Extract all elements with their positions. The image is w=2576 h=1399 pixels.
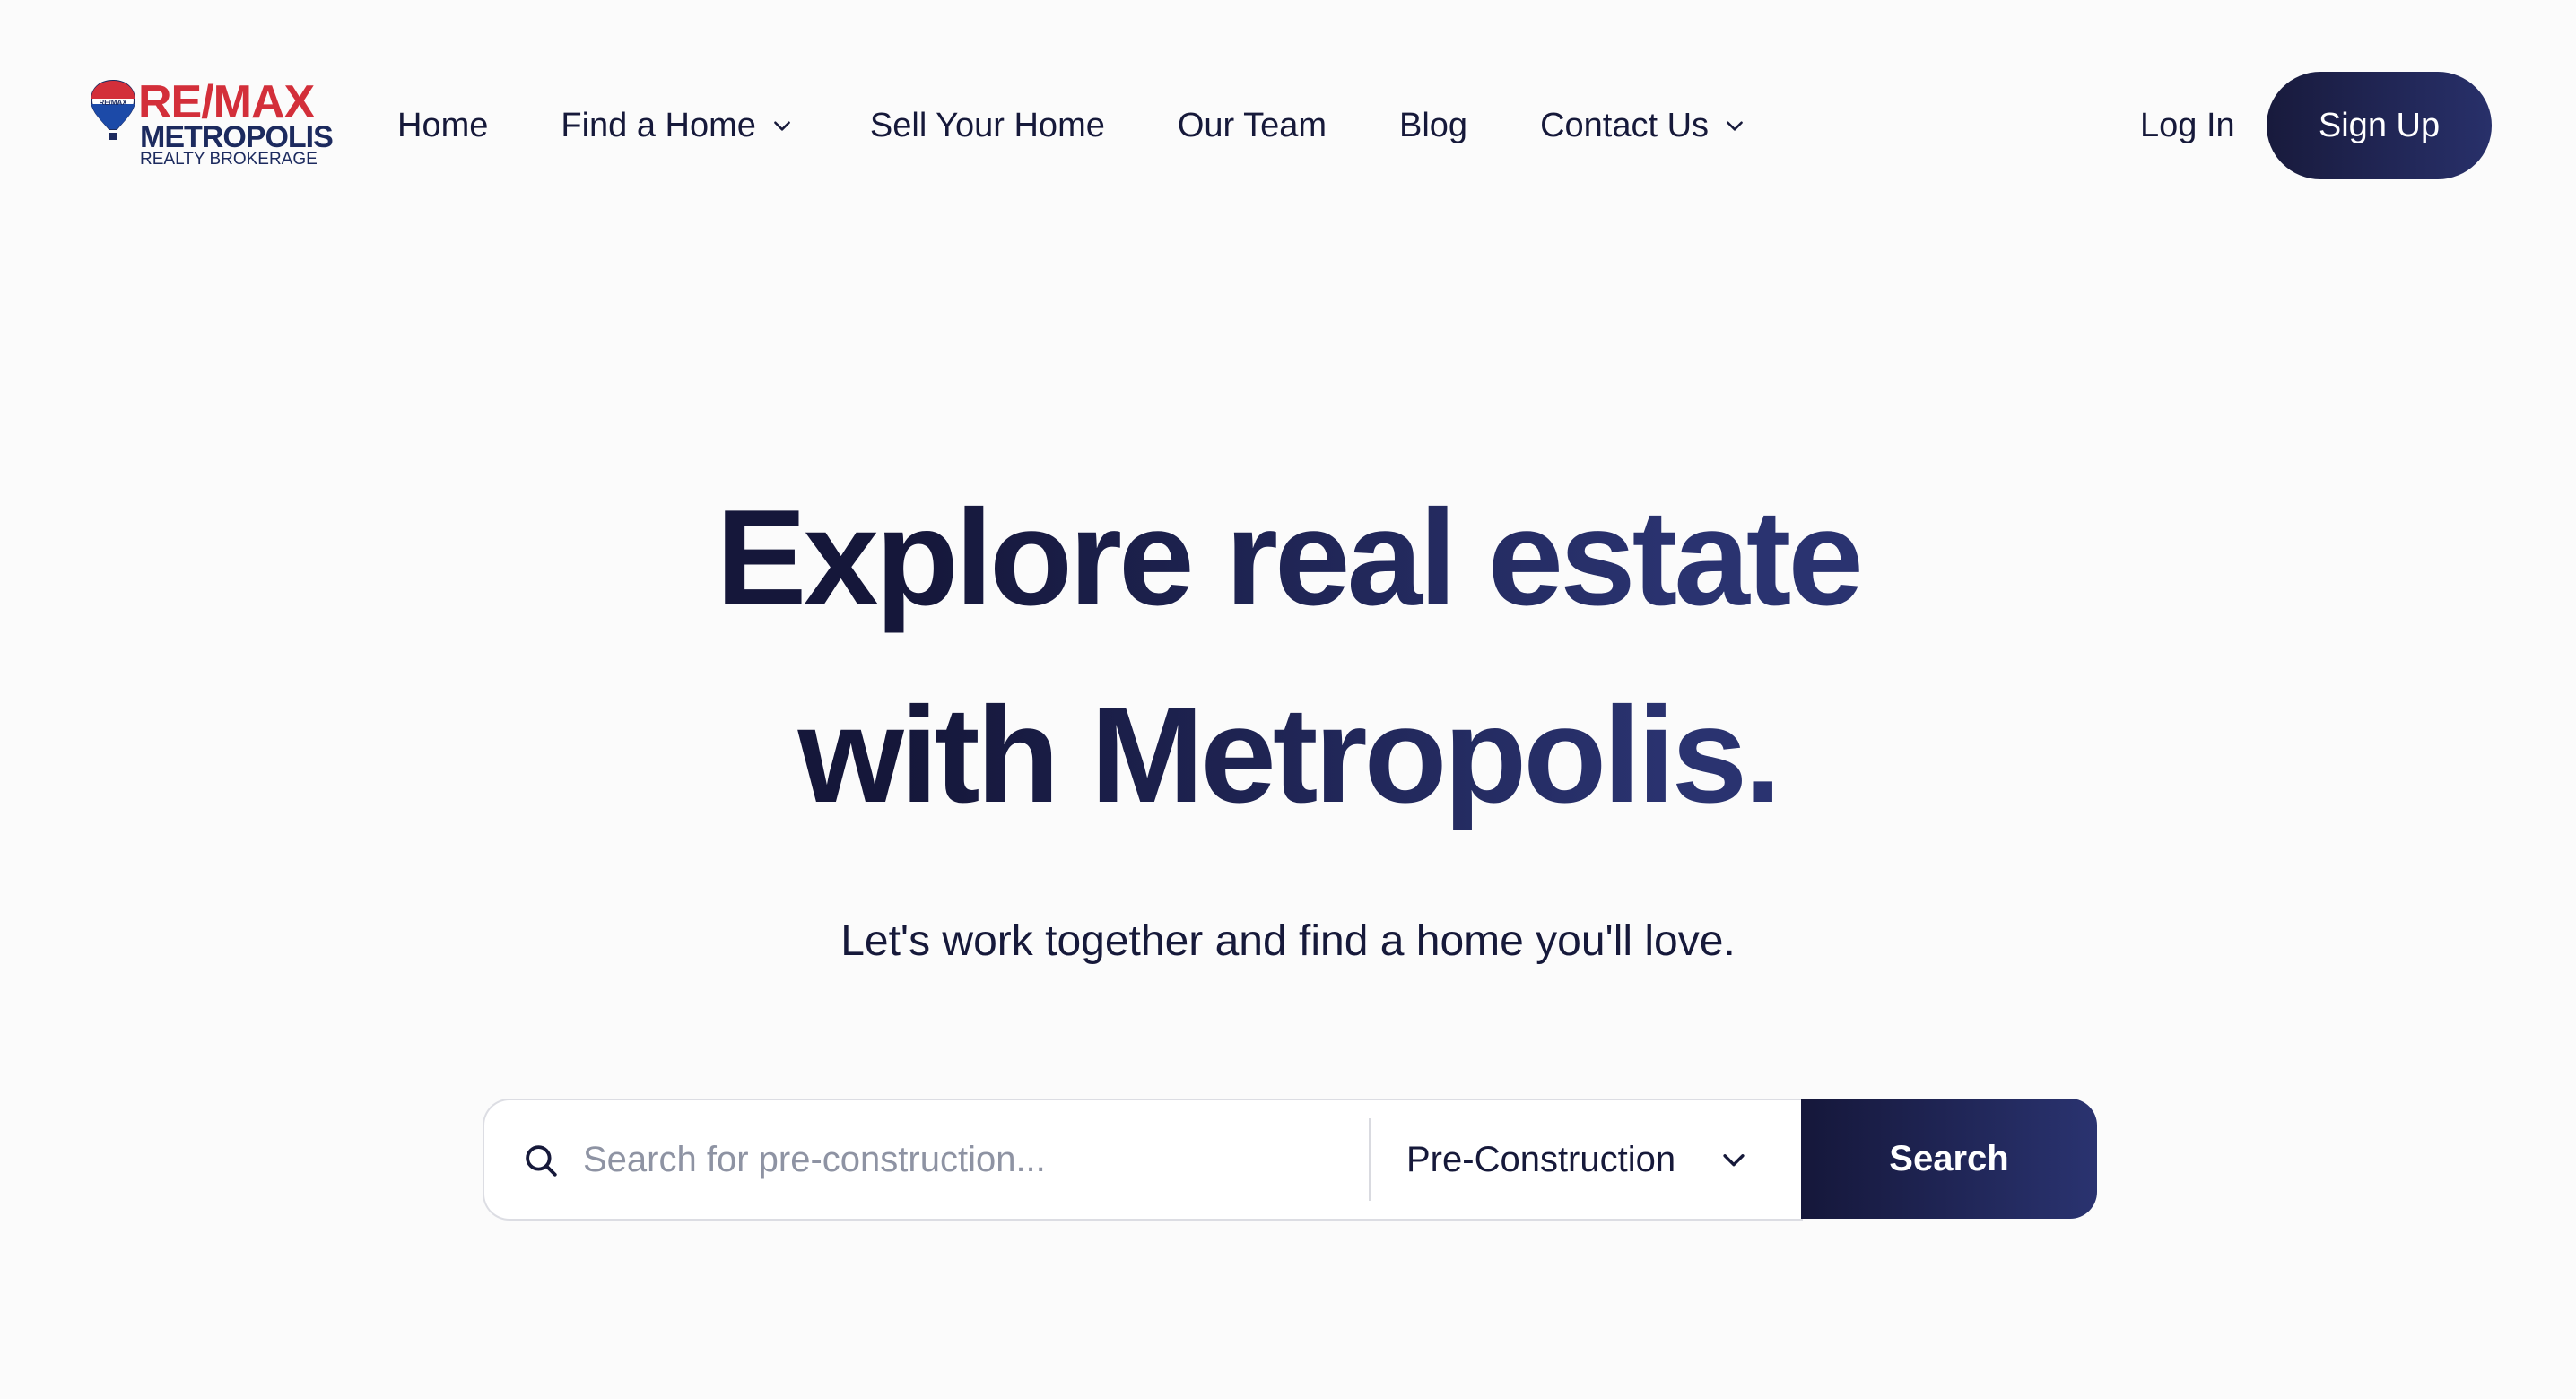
nav-item-contact-us[interactable]: Contact Us	[1540, 107, 1746, 145]
property-type-selected: Pre-Construction	[1406, 1140, 1676, 1179]
search-button[interactable]: Search	[1801, 1099, 2097, 1219]
chevron-down-icon	[1727, 121, 1743, 131]
nav-item-label: Find a Home	[561, 106, 756, 144]
hero-title-line-1: Explore real estate	[716, 482, 1860, 634]
nav-item-sell-your-home[interactable]: Sell Your Home	[870, 107, 1105, 145]
nav-item-find-a-home[interactable]: Find a Home	[561, 107, 794, 145]
main-nav: Home Find a Home Sell Your Home Our Team…	[397, 100, 1746, 151]
nav-item-our-team[interactable]: Our Team	[1178, 107, 1327, 145]
search-box: Pre-Construction	[483, 1099, 1803, 1221]
hero-title-line-2: with Metropolis.	[797, 679, 1779, 831]
login-link[interactable]: Log In	[2140, 100, 2235, 151]
hot-air-balloon-icon: RE/MAX	[90, 79, 136, 140]
nav-item-label: Our Team	[1177, 106, 1327, 144]
site-header: RE/MAX RE/MAX METROPOLIS REALTY BROKERAG…	[0, 0, 2576, 251]
hero-title: Explore real estate with Metropolis.	[0, 459, 2576, 854]
nav-item-label: Blog	[1399, 106, 1468, 144]
chevron-down-icon	[1723, 1154, 1745, 1167]
logo-company-name: METROPOLIS	[140, 120, 334, 154]
nav-item-blog[interactable]: Blog	[1399, 107, 1467, 145]
nav-item-label: Contact Us	[1540, 106, 1710, 144]
hero-subtitle: Let's work together and find a home you'…	[840, 917, 1736, 965]
nav-item-label: Sell Your Home	[869, 106, 1105, 144]
nav-item-label: Home	[397, 106, 489, 144]
nav-item-home[interactable]: Home	[397, 107, 488, 145]
search-icon	[526, 1145, 557, 1177]
balloon-text: RE/MAX	[99, 99, 127, 107]
signup-button[interactable]: Sign Up	[2267, 72, 2492, 179]
search-bar: Pre-Construction Search	[483, 1099, 2097, 1221]
search-input[interactable]	[583, 1127, 1301, 1192]
property-type-select[interactable]: Pre-Construction	[1371, 1100, 1803, 1219]
logo-brand-text: RE/MAX	[138, 76, 315, 128]
remax-metropolis-logo[interactable]: RE/MAX RE/MAX METROPOLIS REALTY BROKERAG…	[88, 76, 334, 170]
chevron-down-icon	[774, 121, 790, 131]
logo-subtitle: REALTY BROKERAGE	[140, 150, 318, 169]
